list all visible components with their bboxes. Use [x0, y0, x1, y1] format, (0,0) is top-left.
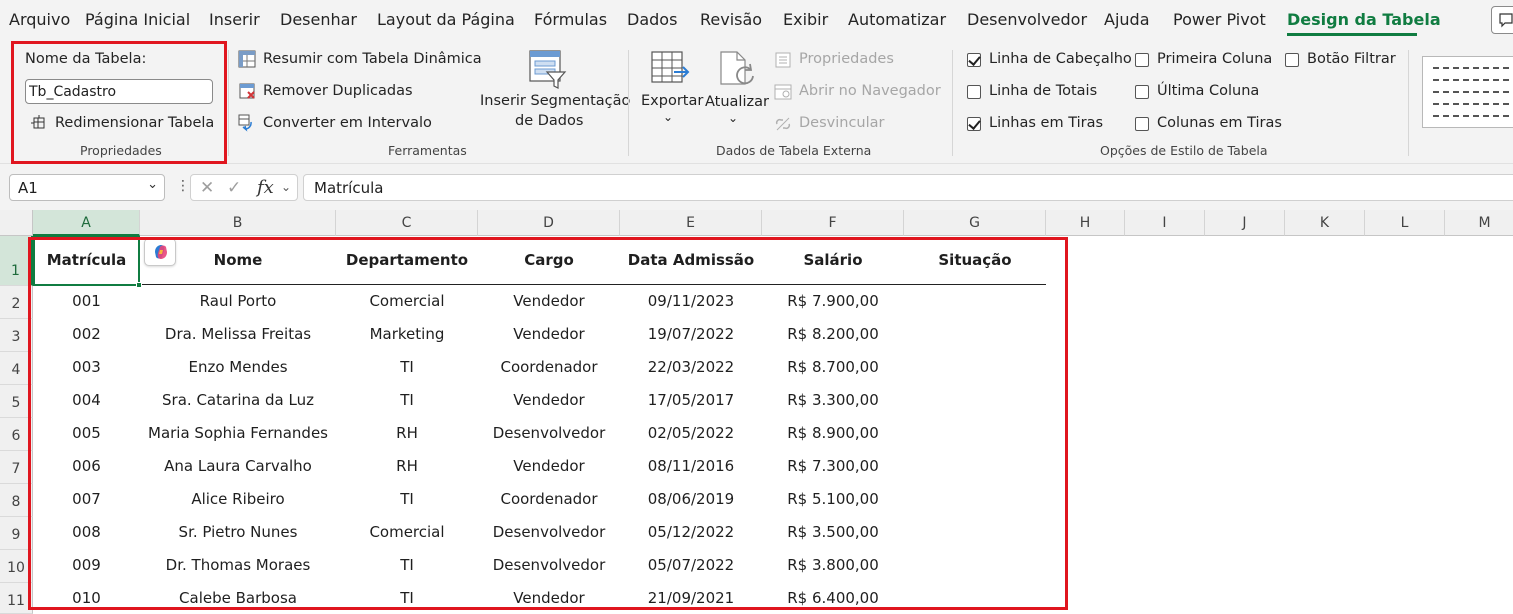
style-preview-line — [1433, 79, 1509, 81]
ribbon-separator — [1408, 50, 1409, 156]
comment-icon — [1499, 13, 1513, 28]
tab-dados[interactable]: Dados — [627, 10, 677, 29]
insert-slicer-label-line2[interactable]: de Dados — [515, 113, 583, 129]
refresh-dropdown-chevron-icon[interactable]: ⌄ — [728, 111, 738, 125]
filter-button-label: Botão Filtrar — [1307, 51, 1396, 67]
tab-ajuda[interactable]: Ajuda — [1104, 10, 1150, 29]
group-label-style-options: Opções de Estilo de Tabela — [1100, 143, 1268, 158]
ribbon-separator — [952, 50, 953, 156]
formula-input[interactable]: Matrícula — [303, 174, 1513, 201]
column-header-f[interactable]: F — [762, 210, 904, 236]
style-preview-line — [1433, 67, 1509, 69]
export-dropdown-chevron-icon[interactable]: ⌄ — [663, 110, 673, 124]
first-column-checkbox[interactable] — [1135, 53, 1149, 67]
comments-button[interactable] — [1491, 6, 1513, 34]
tab-desenhar[interactable]: Desenhar — [280, 10, 357, 29]
export-button[interactable]: Exportar — [641, 93, 703, 109]
tab-automatizar[interactable]: Automatizar — [848, 10, 946, 29]
pivot-table-icon — [238, 50, 256, 72]
tab-exibir[interactable]: Exibir — [783, 10, 828, 29]
convert-range-icon — [238, 114, 256, 136]
formula-controls: ✕ ✓ fx ⌄ — [190, 174, 298, 201]
formula-bar: A1 ⌄ ⋮ ✕ ✓ fx ⌄ Matrícula — [0, 164, 1513, 210]
tab-formulas[interactable]: Fórmulas — [534, 10, 607, 29]
header-row-label: Linha de Cabeçalho — [989, 51, 1132, 67]
ribbon-separator — [228, 50, 229, 156]
column-header-d[interactable]: D — [478, 210, 620, 236]
banded-rows-label: Linhas em Tiras — [989, 115, 1104, 131]
open-in-browser-button[interactable]: Abrir no Navegador — [799, 83, 941, 99]
tab-layout-da-pagina[interactable]: Layout da Página — [377, 10, 515, 29]
first-column-label: Primeira Coluna — [1157, 51, 1273, 67]
column-header-k[interactable]: K — [1285, 210, 1365, 236]
export-icon — [650, 50, 690, 92]
style-preview-line — [1433, 115, 1509, 117]
column-header-c[interactable]: C — [336, 210, 478, 236]
tab-revisao[interactable]: Revisão — [700, 10, 762, 29]
group-label-external-data: Dados de Tabela Externa — [716, 143, 872, 158]
refresh-button[interactable]: Atualizar — [705, 94, 769, 110]
name-box-value: A1 — [18, 179, 38, 197]
banded-columns-checkbox[interactable] — [1135, 117, 1149, 131]
summarize-pivot-button[interactable]: Resumir com Tabela Dinâmica — [263, 51, 482, 67]
column-header-e[interactable]: E — [620, 210, 762, 236]
name-box-chevron-icon[interactable]: ⌄ — [147, 177, 158, 192]
banded-rows-checkbox[interactable] — [967, 117, 981, 131]
unlink-icon — [774, 115, 792, 137]
column-header-b[interactable]: B — [140, 210, 336, 236]
column-header-m[interactable]: M — [1445, 210, 1513, 236]
insert-slicer-button[interactable]: Inserir Segmentação — [480, 93, 630, 109]
tab-power-pivot[interactable]: Power Pivot — [1173, 10, 1266, 29]
total-row-checkbox[interactable] — [967, 85, 981, 99]
column-header-i[interactable]: I — [1125, 210, 1205, 236]
column-header-l[interactable]: L — [1365, 210, 1445, 236]
menu-bar: Arquivo Página Inicial Inserir Desenhar … — [0, 0, 1513, 40]
tab-arquivo[interactable]: Arquivo — [9, 10, 70, 29]
properties-highlight-box — [11, 41, 227, 164]
header-row-checkbox[interactable] — [967, 53, 981, 67]
column-header-h[interactable]: H — [1046, 210, 1125, 236]
table-highlight-box — [28, 237, 1068, 610]
remove-duplicates-icon — [238, 82, 256, 104]
tab-inserir[interactable]: Inserir — [209, 10, 260, 29]
convert-to-range-button[interactable]: Converter em Intervalo — [263, 115, 432, 131]
active-tab-indicator — [1287, 33, 1417, 36]
column-header-a[interactable]: A — [33, 210, 140, 236]
style-preview-line — [1433, 103, 1509, 105]
style-preview-line — [1433, 91, 1509, 93]
last-column-checkbox[interactable] — [1135, 85, 1149, 99]
slicer-icon — [527, 48, 569, 94]
select-all-corner[interactable] — [0, 210, 33, 236]
last-column-label: Última Coluna — [1157, 83, 1260, 99]
remove-duplicates-button[interactable]: Remover Duplicadas — [263, 83, 413, 99]
name-box[interactable]: A1 ⌄ — [9, 174, 165, 201]
cancel-icon[interactable]: ✕ — [200, 178, 214, 198]
open-in-browser-icon — [774, 83, 792, 105]
more-options-icon[interactable]: ⋮ — [176, 178, 190, 194]
fx-chevron-icon[interactable]: ⌄ — [281, 180, 291, 194]
group-label-tools: Ferramentas — [388, 143, 467, 158]
total-row-label: Linha de Totais — [989, 83, 1098, 99]
tab-desenvolvedor[interactable]: Desenvolvedor — [967, 10, 1087, 29]
confirm-icon[interactable]: ✓ — [227, 178, 241, 198]
tab-design-da-tabela[interactable]: Design da Tabela — [1287, 10, 1441, 29]
refresh-icon — [717, 50, 757, 94]
properties-button[interactable]: Propriedades — [799, 51, 894, 67]
banded-columns-label: Colunas em Tiras — [1157, 115, 1282, 131]
table-styles-gallery[interactable] — [1422, 56, 1513, 128]
properties-icon — [774, 51, 792, 73]
filter-button-checkbox[interactable] — [1285, 53, 1299, 67]
column-header-j[interactable]: J — [1205, 210, 1285, 236]
unlink-button[interactable]: Desvincular — [799, 115, 884, 131]
column-header-g[interactable]: G — [904, 210, 1046, 236]
tab-pagina-inicial[interactable]: Página Inicial — [85, 10, 190, 29]
insert-function-button[interactable]: fx — [257, 177, 274, 198]
ribbon-separator — [628, 50, 629, 156]
